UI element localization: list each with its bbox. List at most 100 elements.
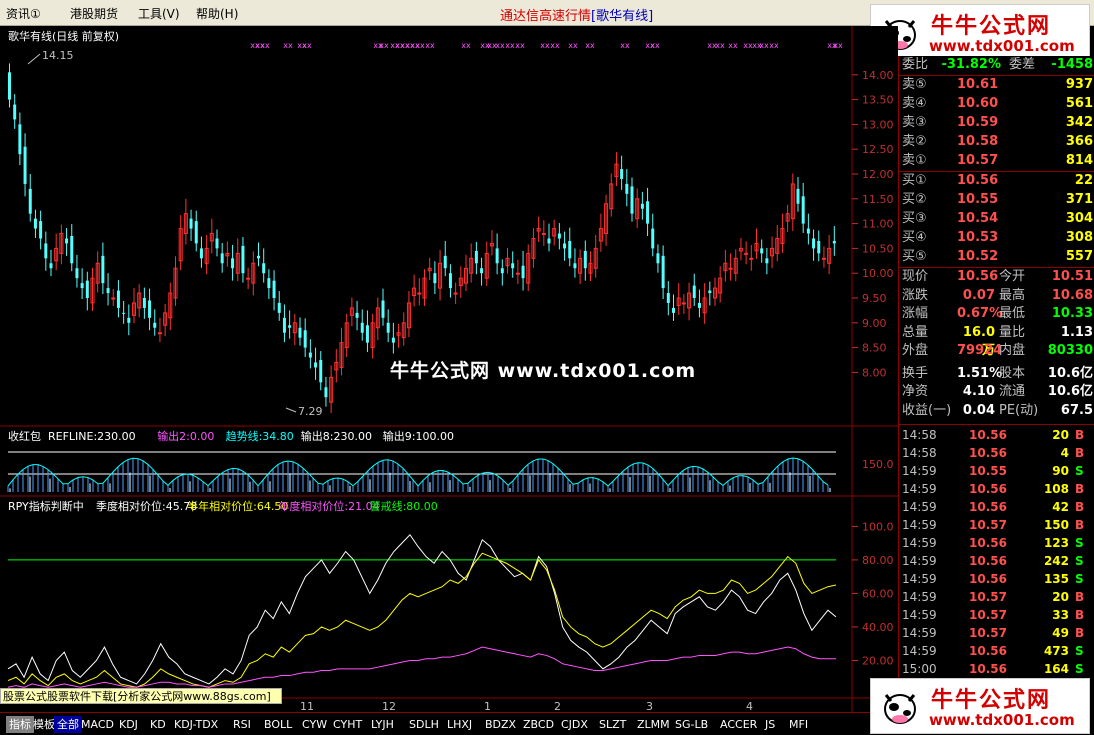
tick-price: 10.56 bbox=[969, 500, 1007, 514]
tab-cjdx[interactable]: CJDX bbox=[558, 716, 591, 733]
sell-label: 卖③ bbox=[902, 115, 927, 130]
tab-boll[interactable]: BOLL bbox=[261, 716, 295, 733]
stat-value: 0.07 bbox=[962, 287, 995, 303]
stat-row: 净资 4.10 流通 10.6亿 bbox=[899, 383, 1094, 401]
y-tick-label: 12.50 bbox=[862, 143, 894, 156]
signal-marker: xx bbox=[728, 41, 738, 50]
panel3-y-tick-label: 40.00 bbox=[862, 621, 894, 634]
ad-banner[interactable]: 股票公式股票软件下载[分析家公式网www.88gs.com] bbox=[0, 688, 282, 704]
candle-body bbox=[277, 302, 281, 313]
tab-cyht[interactable]: CYHT bbox=[330, 716, 365, 733]
tick-price: 10.57 bbox=[969, 608, 1007, 622]
tab-lyjh[interactable]: LYJH bbox=[368, 716, 397, 733]
tab-zlmm[interactable]: ZLMM bbox=[634, 716, 673, 733]
menu-item-tools[interactable]: 工具(V) bbox=[138, 5, 180, 22]
tick-price: 10.56 bbox=[969, 446, 1007, 460]
tick-volume: 135 bbox=[1043, 572, 1069, 586]
panel3-header-item: 季度相对价位:45.78 bbox=[96, 499, 197, 513]
tick-row: 14:59 10.56 473 S bbox=[899, 642, 1094, 660]
stat-value: 10.6亿 bbox=[1047, 365, 1093, 381]
menu-item-hk-futures[interactable]: 港股期货 bbox=[70, 5, 118, 22]
candle-body bbox=[319, 360, 323, 383]
tick-volume: 33 bbox=[1052, 608, 1069, 622]
tick-price: 10.56 bbox=[969, 536, 1007, 550]
candle-body bbox=[8, 72, 11, 100]
stat-value: 79924 bbox=[957, 343, 1003, 358]
wb-label: 委比 bbox=[902, 57, 929, 72]
stat-row: 换手 1.51% 股本 10.6亿 bbox=[899, 365, 1094, 383]
menu-item-help[interactable]: 帮助(H) bbox=[196, 5, 238, 22]
buy-price: 10.54 bbox=[957, 211, 999, 226]
tab-rsi[interactable]: RSI bbox=[230, 716, 254, 733]
candle-body bbox=[391, 337, 395, 343]
stat-row: 现价 10.56 今开 10.51 bbox=[899, 268, 1094, 286]
signal-marker: xx bbox=[550, 41, 560, 50]
signal-marker: xx bbox=[505, 41, 515, 50]
candle-body bbox=[148, 300, 152, 318]
candle-body bbox=[257, 255, 260, 259]
candle-body bbox=[728, 267, 733, 270]
tick-flag: S bbox=[1075, 554, 1084, 568]
tab-kd[interactable]: KD bbox=[147, 716, 169, 733]
tab-macd[interactable]: MACD bbox=[78, 716, 117, 733]
tab-lhxj[interactable]: LHXJ bbox=[444, 716, 475, 733]
logo-title: 牛牛公式网 bbox=[931, 14, 1052, 39]
stat-label: 外盘 bbox=[902, 343, 929, 358]
tab-cyw[interactable]: CYW bbox=[299, 716, 330, 733]
tab-bdzx[interactable]: BDZX bbox=[482, 716, 519, 733]
sell-volume: 561 bbox=[1065, 96, 1093, 111]
tab-sdlh[interactable]: SDLH bbox=[406, 716, 442, 733]
candle-body bbox=[157, 332, 162, 335]
candle-body bbox=[199, 248, 203, 259]
candle-body bbox=[480, 268, 484, 274]
tick-row: 14:59 10.57 150 B bbox=[899, 516, 1094, 534]
logo-url: www.tdx001.com bbox=[929, 37, 1075, 55]
candle-body bbox=[796, 188, 800, 204]
tick-volume: 473 bbox=[1043, 644, 1069, 658]
candle-body bbox=[500, 268, 504, 274]
y-tick-label: 9.50 bbox=[862, 292, 887, 305]
tab-mfi[interactable]: MFI bbox=[786, 716, 811, 733]
tab-zbcd[interactable]: ZBCD bbox=[520, 716, 557, 733]
candle-body bbox=[308, 352, 312, 358]
tick-row: 14:59 10.56 108 B bbox=[899, 480, 1094, 498]
tick-flag: B bbox=[1075, 482, 1085, 496]
candle-body bbox=[33, 218, 37, 229]
tab-accer[interactable]: ACCER bbox=[717, 716, 760, 733]
panel2-header-item: 输出8:230.00 bbox=[301, 429, 372, 443]
signal-marker: xx bbox=[515, 41, 525, 50]
x-axis-label: 3 bbox=[646, 700, 653, 712]
tab-js[interactable]: JS bbox=[762, 716, 778, 733]
tick-time: 14:58 bbox=[902, 428, 937, 442]
menu-item-info[interactable]: 资讯① bbox=[6, 5, 41, 22]
quote-panel: 委比 -31.82% 委差 -1458 卖⑤ 10.61 937 卖④ 10.60 561 卖③ 10… bbox=[898, 56, 1094, 678]
stat-label: 换手 bbox=[902, 365, 929, 381]
tab-kdj-tdx[interactable]: KDJ-TDX bbox=[171, 716, 221, 733]
candle-body bbox=[220, 253, 224, 264]
candle-body bbox=[547, 238, 551, 244]
candle-body bbox=[39, 221, 43, 239]
tick-flag: B bbox=[1075, 428, 1085, 442]
candle-body bbox=[386, 322, 390, 333]
panel3-y-tick-label: 20.00 bbox=[862, 654, 894, 667]
tab-sg-lb[interactable]: SG-LB bbox=[672, 716, 711, 733]
candle-body bbox=[806, 228, 810, 234]
tab-kdj[interactable]: KDJ bbox=[116, 716, 141, 733]
candle-body bbox=[314, 362, 318, 368]
candle-body bbox=[65, 238, 69, 244]
candle-body bbox=[231, 258, 235, 269]
candle-body bbox=[573, 263, 577, 269]
stat-label: 收益(一) bbox=[902, 402, 952, 418]
tab-slzt[interactable]: SLZT bbox=[596, 716, 629, 733]
sell-volume: 814 bbox=[1065, 153, 1093, 168]
buy-volume: 308 bbox=[1065, 230, 1093, 245]
stat-label: 最低 bbox=[999, 306, 1026, 321]
tick-time: 14:59 bbox=[902, 464, 937, 478]
logo-url: www.tdx001.com bbox=[929, 711, 1075, 729]
signal-marker: xx bbox=[260, 41, 270, 50]
sell-volume: 342 bbox=[1065, 115, 1093, 130]
panel2-header-item: 趋势线:34.80 bbox=[226, 429, 294, 443]
tick-time: 14:59 bbox=[902, 590, 937, 604]
buy-volume: 22 bbox=[1074, 173, 1093, 188]
panel2-header-item: 输出2:0.00 bbox=[157, 429, 214, 443]
